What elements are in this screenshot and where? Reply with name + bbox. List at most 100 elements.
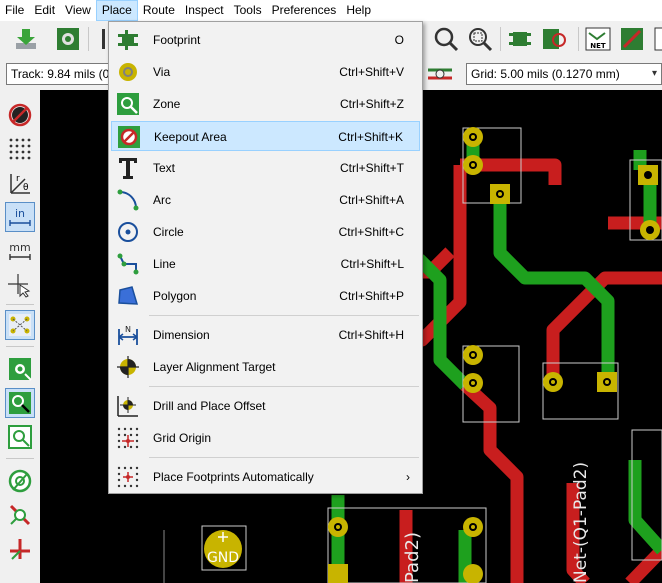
menu-item-drill-and-place-offset[interactable]: Drill and Place Offset	[111, 391, 420, 421]
menu-help[interactable]: Help	[341, 0, 376, 21]
svg-text:N: N	[125, 325, 131, 334]
scripting-icon[interactable]	[652, 25, 662, 53]
circle-icon	[118, 222, 138, 242]
track-width-select[interactable]: Track: 9.84 mils (0.	[6, 63, 112, 85]
menu-item-label: Polygon	[153, 289, 197, 303]
menu-file[interactable]: File	[0, 0, 29, 21]
menu-item-shortcut: Ctrl+Shift+H	[338, 328, 404, 342]
menu-item-shortcut: Ctrl+Shift+P	[339, 289, 404, 303]
zone-sketch-button[interactable]	[5, 422, 35, 452]
text-icon	[119, 158, 137, 179]
net-q1-pad2-label: Net-(Q1-Pad2)	[571, 462, 591, 583]
svg-text:NET: NET	[590, 42, 606, 50]
footprint-browser-icon[interactable]	[540, 25, 568, 53]
inches-icon: in	[9, 207, 31, 226]
menu-route[interactable]: Route	[138, 0, 180, 21]
gnd-label: GND	[207, 550, 239, 566]
schematic-icon[interactable]	[618, 25, 646, 53]
menu-item-label: Grid Origin	[153, 431, 212, 445]
polar-coords-button[interactable]: rθ	[5, 168, 35, 198]
menu-tools[interactable]: Tools	[229, 0, 267, 21]
ratsnest-icon	[9, 314, 31, 336]
menu-item-arc[interactable]: Arc Ctrl+Shift+A	[111, 185, 420, 215]
track-width-value: Track: 9.84 mils (0.	[11, 67, 112, 81]
menu-item-shortcut: Ctrl+Shift+C	[338, 225, 404, 239]
menu-place[interactable]: Place	[95, 0, 138, 21]
menu-item-label: Dimension	[153, 328, 210, 342]
menu-item-text[interactable]: Text Ctrl+Shift+T	[111, 153, 420, 183]
keepout-icon	[118, 126, 140, 148]
zoom-selection-icon[interactable]	[466, 25, 494, 53]
menu-item-dimension[interactable]: N Dimension Ctrl+Shift+H	[111, 320, 420, 350]
pad-sketch-icon	[8, 469, 32, 493]
dimension-icon: N	[118, 325, 138, 345]
menu-item-circle[interactable]: Circle Ctrl+Shift+C	[111, 217, 420, 247]
svg-text:in: in	[15, 207, 25, 220]
via-size-icon[interactable]	[426, 61, 454, 87]
menu-bar: File Edit View Place Route Inspect Tools…	[0, 0, 662, 21]
bug-icon	[8, 103, 32, 127]
menu-item-shortcut: Ctrl+Shift+A	[339, 193, 404, 207]
zone-icon	[117, 93, 139, 115]
menu-edit[interactable]: Edit	[29, 0, 60, 21]
zone-filled-icon	[9, 358, 32, 381]
via-icon	[119, 63, 137, 81]
line-icon	[117, 253, 139, 275]
menu-item-label: Layer Alignment Target	[153, 360, 276, 374]
menu-item-label: Text	[153, 161, 176, 175]
zone-outline-icon	[9, 392, 31, 414]
board-setup-icon[interactable]	[54, 25, 82, 53]
menu-item-shortcut: Ctrl+Shift+L	[340, 257, 404, 271]
polar-coords-icon: rθ	[10, 174, 30, 194]
arc-icon	[117, 189, 139, 211]
menu-item-label: Footprint	[153, 33, 201, 47]
menu-item-shortcut: Ctrl+Shift+K	[338, 130, 403, 144]
menu-item-label: Via	[153, 65, 171, 79]
footprint-editor-icon[interactable]	[506, 25, 534, 53]
grid-select[interactable]: Grid: 5.00 mils (0.1270 mm) ▾	[466, 63, 662, 85]
menu-item-line[interactable]: Line Ctrl+Shift+L	[111, 249, 420, 279]
pad2-net-label: Pad2)	[402, 532, 423, 583]
menu-inspect[interactable]: Inspect	[180, 0, 229, 21]
grid-toggle-button[interactable]	[5, 134, 35, 164]
menu-item-layer-alignment-target[interactable]: Layer Alignment Target	[111, 352, 420, 382]
place-menu: Footprint O Via Ctrl+Shift+V Zone Ctrl+S…	[108, 21, 423, 494]
vias-sketch-button[interactable]	[5, 500, 35, 530]
autoplace-icon	[117, 466, 139, 488]
menu-item-grid-origin[interactable]: Grid Origin	[111, 423, 420, 453]
grid-origin-icon	[117, 427, 139, 449]
menu-item-footprint[interactable]: Footprint O	[111, 25, 420, 55]
ratsnest-button[interactable]	[5, 310, 35, 340]
menu-item-shortcut: Ctrl+Shift+Z	[339, 97, 404, 111]
crosshair-cursor-icon	[8, 274, 31, 298]
cursor-shape-button[interactable]	[5, 270, 35, 300]
menu-item-label: Drill and Place Offset	[153, 399, 266, 413]
menu-item-shortcut: Ctrl+Shift+T	[339, 161, 404, 175]
alignment-target-icon	[117, 356, 139, 378]
menu-item-label: Zone	[153, 97, 181, 111]
menu-item-place-footprints-automatically[interactable]: Place Footprints Automatically ›	[111, 462, 420, 492]
menu-view[interactable]: View	[60, 0, 96, 21]
grid-value: Grid: 5.00 mils (0.1270 mm)	[471, 67, 620, 81]
zone-sketch-icon	[8, 425, 32, 449]
millimeters-icon: mm	[9, 241, 31, 260]
menu-item-zone[interactable]: Zone Ctrl+Shift+Z	[111, 89, 420, 119]
units-mm-button[interactable]: mm	[5, 236, 35, 266]
menu-item-keepout-area[interactable]: Keepout Area Ctrl+Shift+K	[111, 121, 420, 151]
menu-item-shortcut: Ctrl+Shift+V	[339, 65, 404, 79]
import-icon[interactable]	[12, 25, 40, 53]
menu-item-polygon[interactable]: Polygon Ctrl+Shift+P	[111, 281, 420, 311]
zone-outline-button[interactable]	[5, 388, 35, 418]
menu-item-via[interactable]: Via Ctrl+Shift+V	[111, 57, 420, 87]
zone-fill-button[interactable]	[5, 354, 35, 384]
svg-text:θ: θ	[23, 183, 29, 193]
menu-item-shortcut: O	[394, 33, 404, 47]
units-inches-button[interactable]: in	[5, 202, 35, 232]
menu-preferences[interactable]: Preferences	[267, 0, 342, 21]
pads-sketch-button[interactable]	[5, 466, 35, 496]
netlist-icon[interactable]: NET	[584, 25, 612, 53]
tracks-sketch-button[interactable]	[5, 534, 35, 564]
zoom-icon[interactable]	[432, 25, 460, 53]
drc-off-button[interactable]	[5, 100, 35, 130]
left-toolbar: rθ in mm	[0, 90, 40, 583]
